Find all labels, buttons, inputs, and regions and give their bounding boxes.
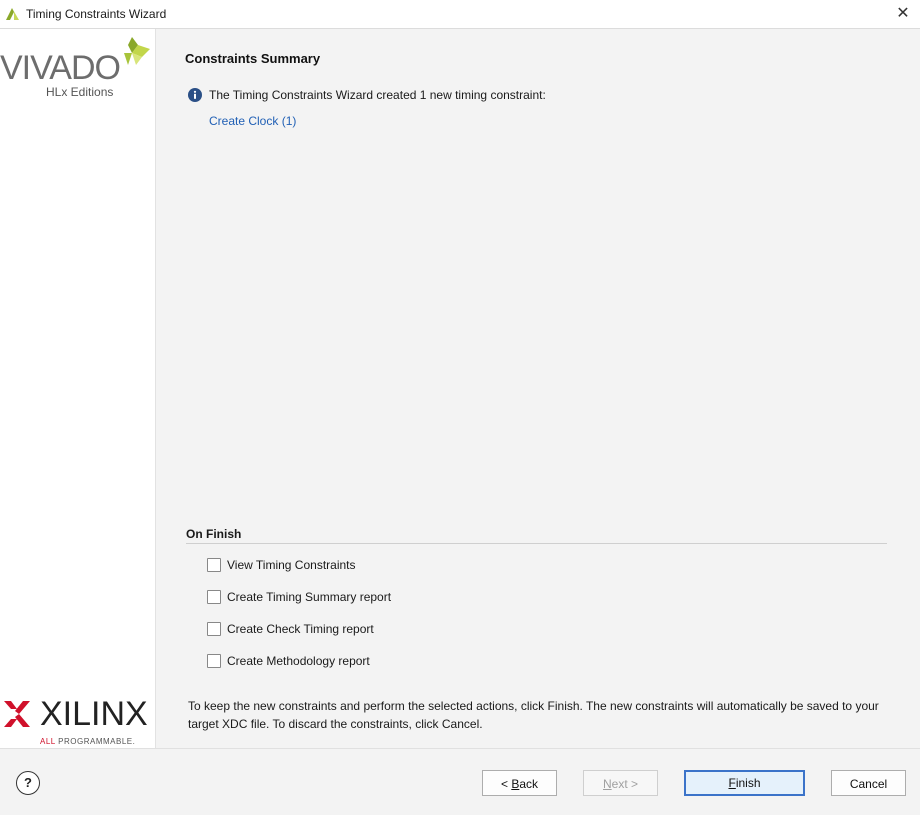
checkbox-label[interactable]: View Timing Constraints <box>227 558 356 572</box>
button-bar: ? < Back Next > Finish Cancel <box>0 748 920 815</box>
info-icon <box>188 88 202 102</box>
vivado-mark-icon <box>124 37 150 65</box>
checkbox-label[interactable]: Create Timing Summary report <box>227 590 391 604</box>
vivado-logo: VIVADO HLx Editions <box>0 31 155 101</box>
checkbox[interactable] <box>207 622 221 636</box>
create-clock-link[interactable]: Create Clock (1) <box>209 114 296 128</box>
finish-button[interactable]: Finish <box>684 770 805 796</box>
sidebar: VIVADO HLx Editions XILINX ALL PROGRAMMA… <box>0 29 156 748</box>
vivado-edition-text: HLx Editions <box>46 85 114 99</box>
checkbox[interactable] <box>207 558 221 572</box>
xilinx-tagline: ALL PROGRAMMABLE. <box>40 737 136 746</box>
checkbox[interactable] <box>207 654 221 668</box>
cancel-button[interactable]: Cancel <box>831 770 906 796</box>
checkbox[interactable] <box>207 590 221 604</box>
xilinx-brand-text: XILINX <box>40 695 148 733</box>
close-icon[interactable]: ✕ <box>892 3 914 25</box>
on-finish-heading: On Finish <box>186 527 242 541</box>
finish-instructions: To keep the new constraints and perform … <box>188 699 879 731</box>
checkbox-label[interactable]: Create Check Timing report <box>227 622 374 636</box>
next-button[interactable]: Next > <box>583 770 658 796</box>
xilinx-logo: XILINX ALL PROGRAMMABLE. <box>0 695 155 749</box>
page-title: Constraints Summary <box>185 51 321 66</box>
window-title: Timing Constraints Wizard <box>26 7 167 21</box>
back-button[interactable]: < Back <box>482 770 557 796</box>
vivado-brand-text: VIVADO <box>0 49 121 87</box>
help-button[interactable]: ? <box>16 771 40 795</box>
vivado-app-icon <box>6 8 19 20</box>
wizard-main: Constraints Summary The Timing Constrain… <box>156 29 920 748</box>
checkbox-label[interactable]: Create Methodology report <box>227 654 370 668</box>
info-text: The Timing Constraints Wizard created 1 … <box>209 88 546 102</box>
title-bar: Timing Constraints Wizard ✕ <box>0 0 920 29</box>
section-divider <box>186 543 887 544</box>
xilinx-mark-icon <box>4 701 30 727</box>
